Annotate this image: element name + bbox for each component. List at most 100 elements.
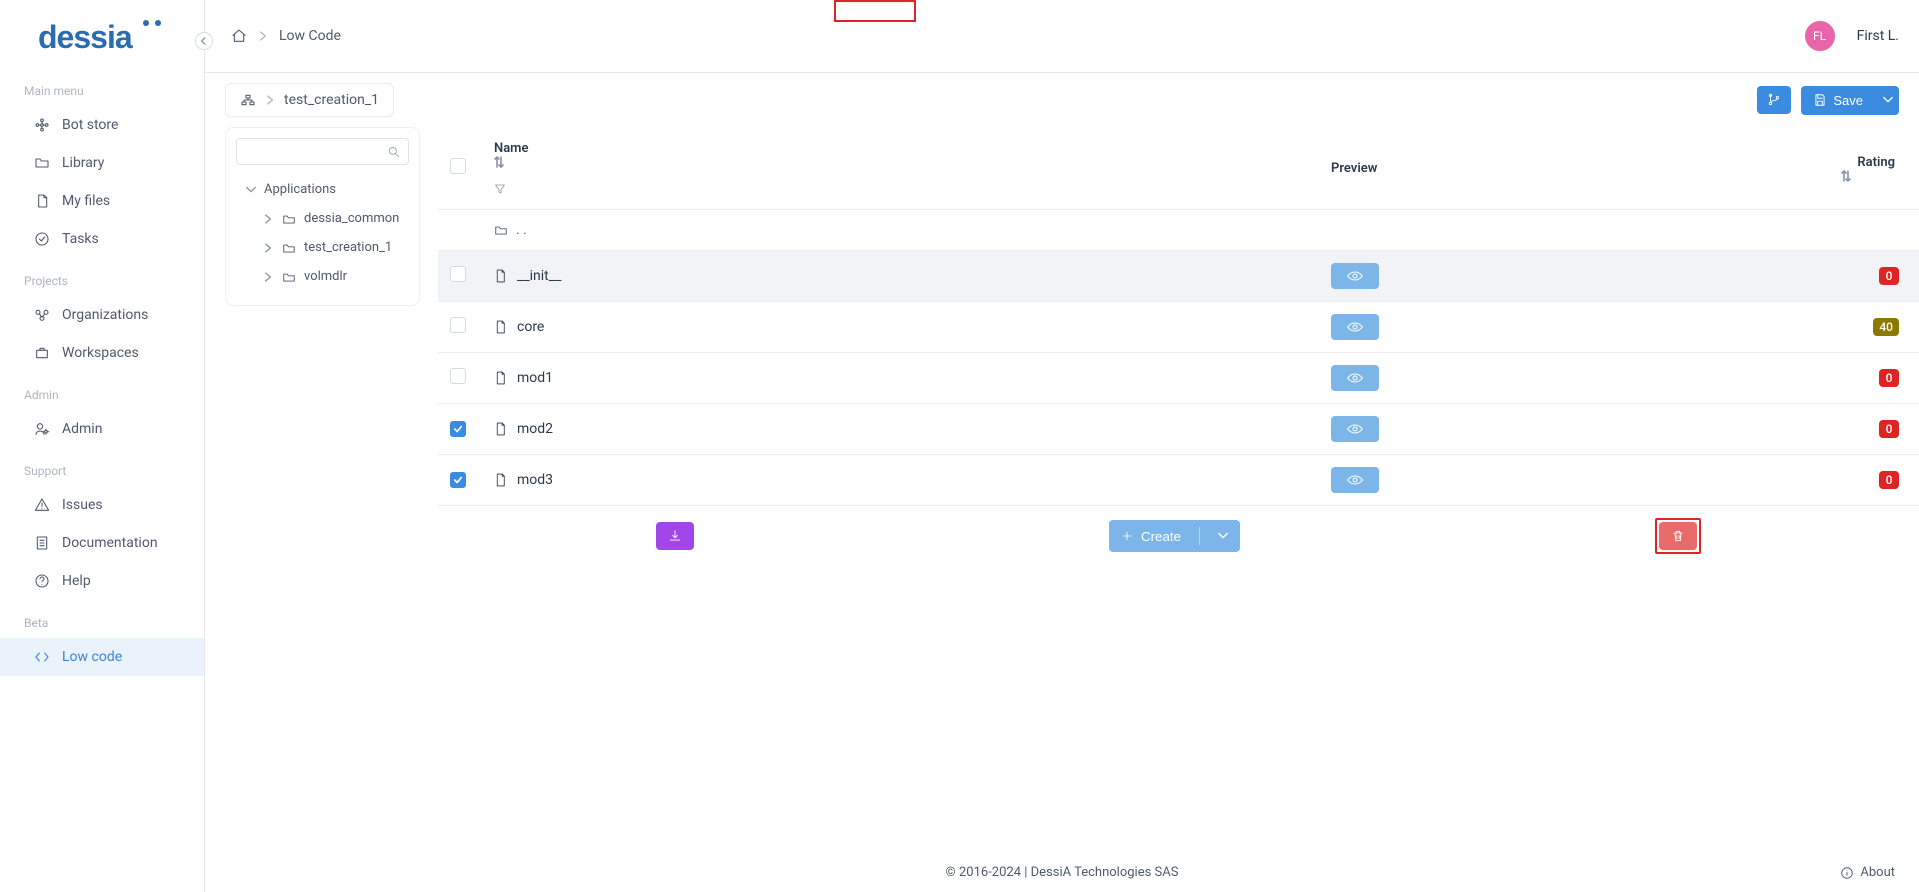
chevron-down-icon (1883, 96, 1893, 104)
rating-badge: 0 (1879, 471, 1899, 489)
sidebar: dessia Main menu Bot store Library My files… (0, 0, 205, 892)
preview-button[interactable] (1331, 314, 1379, 340)
rating-badge: 40 (1873, 318, 1899, 336)
nav-section-label: Admin (0, 372, 204, 410)
row-checkbox[interactable] (450, 472, 466, 488)
column-name-header[interactable]: Name (494, 141, 528, 156)
chevron-right-icon (264, 272, 274, 282)
user-avatar[interactable]: FL (1805, 21, 1835, 51)
nav-section-label: Main menu (0, 68, 204, 106)
nav-item-label: Tasks (62, 231, 99, 247)
about-label: About (1860, 865, 1895, 880)
table-row[interactable]: mod20 (438, 404, 1919, 455)
about-link[interactable]: About (1840, 865, 1895, 880)
sitemap-icon (240, 93, 256, 107)
nav-item-bot-store[interactable]: Bot store (0, 106, 204, 144)
nav-item-label: Documentation (62, 535, 158, 551)
nav-item-tasks[interactable]: Tasks (0, 220, 204, 258)
nav-section-label: Support (0, 448, 204, 486)
footer: © 2016-2024 | DessiA Technologies SAS Ab… (205, 853, 1919, 892)
folder-up-icon (494, 224, 508, 236)
page-breadcrumb-label: test_creation_1 (284, 92, 379, 108)
table-row[interactable]: mod3 0 (438, 455, 1919, 506)
branch-button[interactable] (1757, 86, 1791, 114)
preview-button[interactable] (1331, 467, 1379, 493)
nav-item-low-code[interactable]: Low code (0, 638, 204, 676)
bot-icon (34, 117, 50, 133)
tree-root-label: Applications (264, 182, 336, 197)
parent-row[interactable]: . . (438, 210, 1919, 251)
row-checkbox[interactable] (450, 368, 466, 384)
nav-item-label: Low code (62, 649, 122, 665)
nav-item-organizations[interactable]: Organizations (0, 296, 204, 334)
tree-search-input[interactable] (236, 138, 409, 165)
tree-item[interactable]: volmdlr (230, 262, 415, 291)
breadcrumb-current[interactable]: Low Code (279, 28, 341, 44)
file-icon (494, 422, 507, 436)
nav-item-label: Issues (62, 497, 103, 513)
sort-icon[interactable] (494, 156, 1307, 168)
file-name: mod2 (517, 421, 553, 437)
table-row[interactable]: __init__ 0 (438, 251, 1919, 302)
table-row[interactable]: mod10 (438, 353, 1919, 404)
table-row[interactable]: core40 (438, 302, 1919, 353)
select-all-checkbox[interactable] (450, 158, 466, 174)
logo[interactable]: dessia (0, 0, 204, 68)
file-icon (494, 320, 507, 334)
preview-button[interactable] (1331, 365, 1379, 391)
nav-item-admin[interactable]: Admin (0, 410, 204, 448)
highlight-box-delete (1655, 518, 1701, 554)
doc-icon (34, 535, 50, 551)
footer-copyright: © 2016-2024 | DessiA Technologies SAS (946, 865, 1179, 880)
tree-item[interactable]: test_creation_1 (230, 233, 415, 262)
nav-item-label: My files (62, 193, 110, 209)
row-checkbox[interactable] (450, 317, 466, 333)
tree-item-label: dessia_common (304, 211, 399, 226)
nav-item-issues[interactable]: Issues (0, 486, 204, 524)
chevron-right-icon (266, 95, 274, 105)
chevron-right-icon (264, 214, 274, 224)
rating-badge: 0 (1879, 267, 1899, 285)
check-circle-icon (34, 231, 50, 247)
nav-item-my-files[interactable]: My files (0, 182, 204, 220)
save-button-label: Save (1833, 93, 1863, 108)
file-name: mod3 (517, 472, 553, 488)
row-checkbox[interactable] (450, 421, 466, 437)
tree-item[interactable]: dessia_common (230, 204, 415, 233)
download-button[interactable] (656, 522, 694, 550)
folder-icon (282, 242, 296, 254)
nav-item-label: Help (62, 573, 91, 589)
file-icon (494, 269, 507, 283)
nav-item-label: Library (62, 155, 104, 171)
save-button[interactable]: Save (1801, 86, 1899, 115)
delete-button[interactable] (1659, 522, 1697, 550)
parent-link-label: . . (516, 222, 527, 238)
home-icon[interactable] (231, 28, 247, 44)
nav-item-documentation[interactable]: Documentation (0, 524, 204, 562)
org-icon (34, 307, 50, 323)
column-preview-header: Preview (1331, 161, 1377, 176)
sidebar-collapse-button[interactable] (195, 32, 213, 50)
nav-item-library[interactable]: Library (0, 144, 204, 182)
nav-item-workspaces[interactable]: Workspaces (0, 334, 204, 372)
file-table: Name Preview R (438, 127, 1919, 506)
preview-button[interactable] (1331, 263, 1379, 289)
preview-button[interactable] (1331, 416, 1379, 442)
file-name: mod1 (517, 370, 553, 386)
user-gear-icon (34, 421, 50, 437)
create-button[interactable]: Create (1109, 520, 1240, 552)
column-rating-header[interactable]: Rating (1857, 155, 1895, 170)
nav-item-help[interactable]: Help (0, 562, 204, 600)
nav-item-label: Workspaces (62, 345, 139, 361)
row-checkbox[interactable] (450, 266, 466, 282)
sort-icon[interactable] (1841, 170, 1899, 182)
user-name[interactable]: First L. (1857, 28, 1899, 44)
nav-item-label: Bot store (62, 117, 118, 133)
filter-icon[interactable] (494, 183, 1307, 195)
file-name: __init__ (517, 268, 561, 284)
search-icon (387, 145, 401, 159)
page-breadcrumb[interactable]: test_creation_1 (225, 83, 394, 117)
nav-item-label: Admin (62, 421, 102, 437)
tree-root[interactable]: Applications (230, 175, 415, 204)
topbar: Low Code FL First L. (205, 0, 1919, 73)
